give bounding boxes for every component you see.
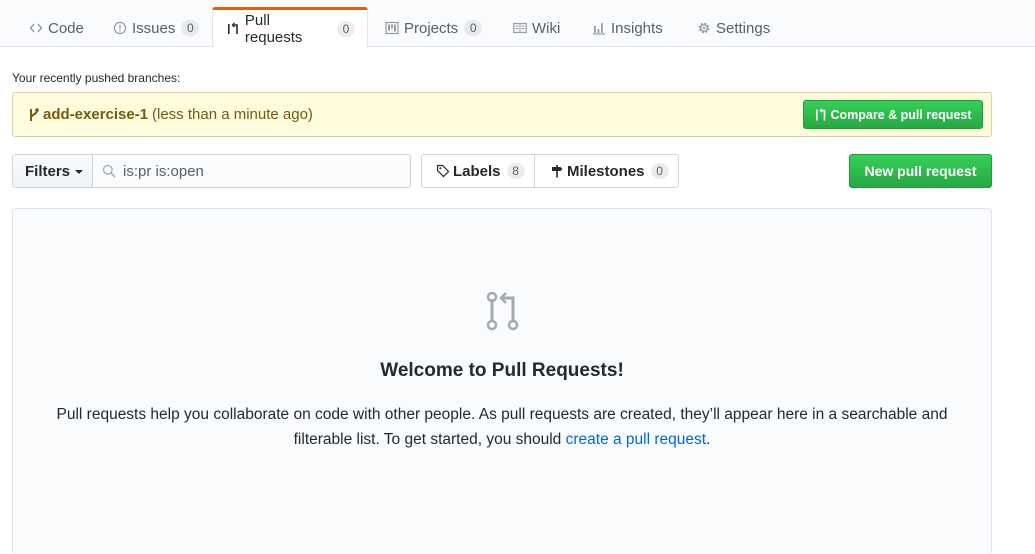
- pull-request-search[interactable]: [92, 154, 411, 188]
- projects-counter: 0: [464, 20, 483, 36]
- tab-wiki-label: Wiki: [532, 19, 561, 37]
- code-icon: [28, 20, 44, 36]
- empty-state-description: Pull requests help you collaborate on co…: [53, 402, 951, 452]
- tab-projects-label: Projects: [404, 19, 459, 37]
- empty-state-panel: Welcome to Pull Requests! Pull requests …: [12, 208, 992, 554]
- issues-counter: 0: [181, 20, 200, 36]
- pull-request-icon: [225, 21, 241, 37]
- recent-branches-label: Your recently pushed branches:: [12, 71, 181, 85]
- tab-pull-requests-label: Pull requests: [244, 11, 303, 46]
- milestone-icon: [552, 165, 563, 178]
- tab-issues-label: Issues: [132, 19, 176, 37]
- tab-code[interactable]: Code: [28, 9, 84, 47]
- git-branch-icon: [30, 108, 39, 121]
- graph-icon: [591, 20, 607, 36]
- tab-settings[interactable]: Settings: [696, 9, 770, 47]
- tab-pull-requests[interactable]: Pull requests 0: [212, 7, 368, 48]
- branch-name[interactable]: add-exercise-1: [43, 106, 148, 123]
- tab-settings-label: Settings: [716, 19, 771, 37]
- milestones-button[interactable]: Milestones 0: [534, 154, 679, 188]
- labels-button[interactable]: Labels 8: [421, 154, 535, 188]
- pull-request-icon: [486, 291, 519, 331]
- labels-label: Labels: [453, 162, 501, 180]
- filters-label: Filters: [25, 162, 71, 180]
- pull-requests-counter: 0: [337, 20, 355, 37]
- labels-counter: 8: [506, 163, 525, 179]
- search-input[interactable]: [123, 156, 403, 186]
- new-pull-request-label: New pull request: [864, 163, 977, 179]
- tab-insights[interactable]: Insights: [591, 9, 663, 47]
- empty-state-text-end: .: [706, 431, 711, 448]
- tab-wiki[interactable]: Wiki: [512, 9, 560, 47]
- compare-pull-request-label: Compare & pull request: [830, 107, 972, 122]
- milestones-label: Milestones: [567, 162, 645, 180]
- book-icon: [512, 20, 528, 36]
- create-pull-request-link[interactable]: create a pull request: [566, 431, 706, 448]
- tag-icon: [436, 164, 450, 178]
- tab-insights-label: Insights: [611, 19, 663, 37]
- milestones-counter: 0: [650, 163, 669, 179]
- issue-icon: [112, 20, 128, 36]
- tab-code-label: Code: [48, 19, 84, 37]
- empty-state-title: Welcome to Pull Requests!: [380, 360, 624, 381]
- gear-icon: [696, 20, 712, 36]
- empty-state-text: Pull requests help you collaborate on co…: [56, 406, 948, 448]
- tab-issues[interactable]: Issues 0: [112, 9, 200, 47]
- new-pull-request-button[interactable]: New pull request: [849, 154, 992, 188]
- project-icon: [384, 20, 400, 36]
- pull-request-icon: [815, 107, 825, 120]
- repo-nav: Code Issues 0 Pull requests 0 Projects 0…: [0, 0, 1035, 48]
- recent-branch-notice: add-exercise-1 (less than a minute ago) …: [12, 92, 992, 137]
- branch-push-time: (less than a minute ago): [152, 106, 313, 123]
- tab-projects[interactable]: Projects 0: [384, 9, 483, 47]
- search-icon: [102, 164, 116, 178]
- caret-down-icon: [75, 170, 84, 174]
- filters-dropdown-button[interactable]: Filters: [12, 154, 93, 188]
- compare-pull-request-button[interactable]: Compare & pull request: [803, 100, 983, 129]
